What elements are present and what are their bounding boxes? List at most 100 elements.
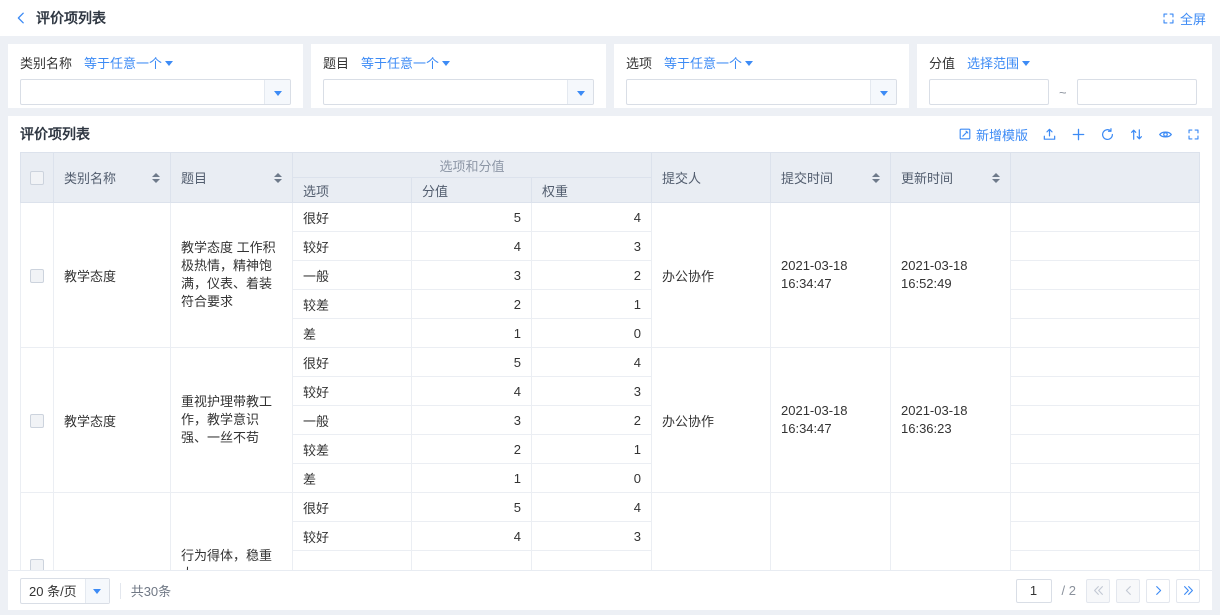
filter-card-option: 选项 等于任意一个 (614, 44, 909, 108)
empty-cell (1011, 464, 1200, 493)
weight-cell: 1 (532, 435, 652, 464)
first-page-button[interactable] (1086, 579, 1110, 603)
chevron-down-icon (745, 61, 753, 66)
header-empty (1011, 153, 1200, 203)
filter-operator-button[interactable]: 选择范围 (967, 53, 1030, 72)
table-fullscreen-icon[interactable] (1187, 128, 1200, 141)
sort-icon[interactable] (274, 173, 282, 183)
weight-cell: 4 (532, 493, 652, 522)
last-page-button[interactable] (1176, 579, 1200, 603)
filter-card-category: 类别名称 等于任意一个 (8, 44, 303, 108)
row-checkbox[interactable] (30, 559, 44, 570)
score-cell: 4 (412, 377, 532, 406)
weight-cell: 3 (532, 232, 652, 261)
chevron-left-icon (1122, 584, 1135, 597)
weight-cell: 4 (532, 348, 652, 377)
score-cell: 5 (412, 493, 532, 522)
category-filter-select[interactable] (20, 79, 291, 105)
fullscreen-icon (1162, 12, 1175, 25)
divider (120, 583, 121, 599)
range-separator: ~ (1059, 85, 1067, 100)
question-cell: 教学态度 工作积极热情，精神饱满，仪表、着装符合要求 (171, 203, 293, 348)
eye-icon[interactable] (1158, 127, 1173, 142)
sort-icon[interactable] (152, 173, 160, 183)
submitter-cell: 办公协作 (652, 348, 771, 493)
chevron-down-icon[interactable] (85, 579, 109, 603)
double-chevron-right-icon (1182, 584, 1195, 597)
sort-icon[interactable] (872, 173, 880, 183)
back-icon[interactable] (14, 11, 28, 25)
fullscreen-button[interactable]: 全屏 (1162, 9, 1206, 28)
prev-page-button[interactable] (1116, 579, 1140, 603)
score-cell: 4 (412, 232, 532, 261)
question-cell: 行为得体，稳重大 (171, 493, 293, 571)
row-select-cell (21, 203, 54, 348)
empty-cell (1011, 377, 1200, 406)
weight-cell: 0 (532, 464, 652, 493)
refresh-icon[interactable] (1100, 127, 1115, 142)
table-header-row: 类别名称 题目 选项和分值 提交人 提交时间 更新时间 (21, 153, 1200, 178)
filter-card-score: 分值 选择范围 ~ (917, 44, 1212, 108)
submitter-cell: 办公协作 (652, 203, 771, 348)
page-title: 评价项列表 (36, 8, 106, 28)
sort-order-icon[interactable] (1129, 127, 1144, 142)
option-cell: 一般 (293, 406, 412, 435)
next-page-button[interactable] (1146, 579, 1170, 603)
page-total: / 2 (1062, 583, 1076, 598)
select-all-checkbox[interactable] (30, 171, 44, 185)
option-filter-select[interactable] (626, 79, 897, 105)
filter-operator-button[interactable]: 等于任意一个 (361, 53, 450, 72)
empty-cell (1011, 261, 1200, 290)
update-time-cell: 2021-03-18 16:36:23 (891, 348, 1011, 493)
filter-label: 分值 (929, 53, 955, 72)
fullscreen-label: 全屏 (1180, 9, 1206, 28)
weight-cell: 4 (532, 203, 652, 232)
score-cell: 3 (412, 261, 532, 290)
export-icon[interactable] (1042, 127, 1057, 142)
plus-icon[interactable] (1071, 127, 1086, 142)
row-checkbox[interactable] (30, 269, 44, 283)
empty-cell (1011, 406, 1200, 435)
weight-cell: 3 (532, 522, 652, 551)
submitter-cell (652, 493, 771, 571)
table-row: 教学态度重视护理带教工作，教学意识强、一丝不苟很好54办公协作2021-03-1… (21, 348, 1200, 377)
empty-cell (1011, 435, 1200, 464)
header-score: 分值 (412, 178, 532, 203)
submit-time-cell: 2021-03-18 16:34:47 (771, 203, 891, 348)
row-checkbox[interactable] (30, 414, 44, 428)
empty-cell (1011, 551, 1200, 571)
option-cell: 较好 (293, 377, 412, 406)
score-from-input[interactable] (929, 79, 1049, 105)
empty-cell (1011, 203, 1200, 232)
filter-operator-button[interactable]: 等于任意一个 (84, 53, 173, 72)
new-template-icon (958, 127, 972, 141)
filter-operator-button[interactable]: 等于任意一个 (664, 53, 753, 72)
score-cell: 5 (412, 348, 532, 377)
sort-icon[interactable] (992, 173, 1000, 183)
page-number-input[interactable]: 1 (1016, 579, 1052, 603)
score-cell: 3 (412, 406, 532, 435)
table-toolbar: 新增模版 (958, 125, 1200, 144)
row-select-cell (21, 493, 54, 571)
weight-cell (532, 551, 652, 571)
weight-cell: 2 (532, 261, 652, 290)
new-template-button[interactable]: 新增模版 (958, 125, 1028, 144)
score-to-input[interactable] (1077, 79, 1197, 105)
option-cell: 很好 (293, 493, 412, 522)
empty-cell (1011, 348, 1200, 377)
empty-cell (1011, 290, 1200, 319)
option-cell: 较好 (293, 522, 412, 551)
page-size-select[interactable]: 20 条/页 (20, 578, 110, 604)
score-cell: 4 (412, 522, 532, 551)
evaluation-table: 类别名称 题目 选项和分值 提交人 提交时间 更新时间 (20, 152, 1200, 570)
chevron-right-icon (1152, 584, 1165, 597)
filter-card-question: 题目 等于任意一个 (311, 44, 606, 108)
update-time-cell (891, 493, 1011, 571)
option-cell: 较好 (293, 232, 412, 261)
question-filter-select[interactable] (323, 79, 594, 105)
table-footer: 20 条/页 共30条 1 / 2 (8, 570, 1212, 610)
submit-time-cell (771, 493, 891, 571)
double-chevron-left-icon (1092, 584, 1105, 597)
chevron-down-icon (264, 80, 290, 104)
submit-time-cell: 2021-03-18 16:34:47 (771, 348, 891, 493)
